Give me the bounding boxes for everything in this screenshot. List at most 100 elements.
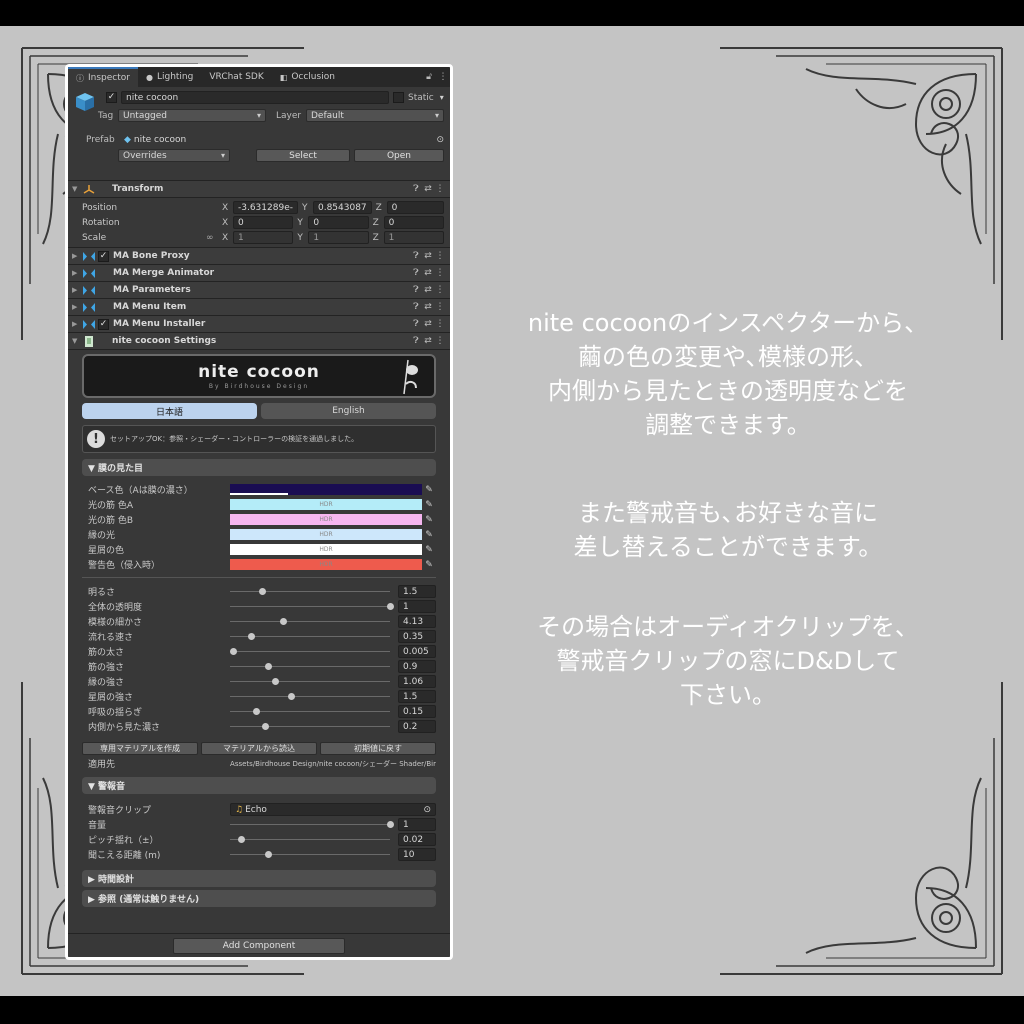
preset-icon[interactable]: ⇄ xyxy=(422,336,434,346)
help-icon[interactable]: ❓︎ xyxy=(410,285,422,295)
foldout-arrow-icon[interactable]: ▶ xyxy=(72,320,82,328)
slider-handle[interactable] xyxy=(265,663,273,670)
tab-lighting[interactable]: ● Lighting xyxy=(138,67,201,87)
foldout-arrow-icon[interactable]: ▼ xyxy=(72,185,82,193)
component-header-settings[interactable]: ▼ nite cocoon Settings ❓︎ ⇄ ⋮ xyxy=(68,333,450,350)
object-name-field[interactable]: nite cocoon xyxy=(121,91,389,104)
scale-y-field[interactable]: 1 xyxy=(308,231,369,244)
eyedropper-icon[interactable]: ✎ xyxy=(422,515,436,525)
open-button[interactable]: Open xyxy=(354,149,444,162)
help-icon[interactable]: ❓︎ xyxy=(410,302,422,312)
component-header-transform[interactable]: ▼ Transform ❓︎ ⇄ ⋮ xyxy=(68,181,450,198)
eyedropper-icon[interactable]: ✎ xyxy=(422,560,436,570)
slider-value-field[interactable]: 1 xyxy=(398,818,436,831)
kebab-menu-icon[interactable]: ⋮ xyxy=(434,319,446,329)
static-checkbox[interactable] xyxy=(393,92,404,103)
active-checkbox[interactable]: ✓ xyxy=(106,92,117,103)
slider-handle[interactable] xyxy=(262,723,270,730)
section-header-reference[interactable]: ▶ 参照 (通常は触りません) xyxy=(82,890,436,907)
prefab-field[interactable]: ◆ nite cocoon xyxy=(119,133,433,146)
color-swatch[interactable]: HDR xyxy=(230,544,422,555)
slider-handle[interactable] xyxy=(387,821,394,828)
language-button-english[interactable]: English xyxy=(261,403,436,419)
slider-value-field[interactable]: 1.06 xyxy=(398,675,436,688)
slider-track[interactable] xyxy=(230,648,390,655)
slider-handle[interactable] xyxy=(230,648,238,655)
kebab-menu-icon[interactable]: ⋮ xyxy=(434,184,446,194)
component-header-2[interactable]: ▶ MA Parameters ❓︎ ⇄ ⋮ xyxy=(68,282,450,299)
enabled-checkbox[interactable]: ✓ xyxy=(98,318,109,330)
color-swatch[interactable]: HDR xyxy=(230,559,422,570)
slider-handle[interactable] xyxy=(265,851,273,858)
link-icon[interactable]: ∞ xyxy=(206,233,222,243)
kebab-menu-icon[interactable]: ⋮ xyxy=(434,251,446,261)
rotation-z-field[interactable]: 0 xyxy=(383,216,444,229)
slider-track[interactable] xyxy=(230,588,390,595)
foldout-arrow-icon[interactable]: ▶ xyxy=(72,269,82,277)
color-swatch[interactable]: HDR xyxy=(230,499,422,510)
eyedropper-icon[interactable]: ✎ xyxy=(422,545,436,555)
slider-track[interactable] xyxy=(230,678,390,685)
slider-handle[interactable] xyxy=(259,588,266,595)
slider-track[interactable] xyxy=(230,603,394,610)
preset-icon[interactable]: ⇄ xyxy=(422,251,434,261)
slider-value-field[interactable]: 0.15 xyxy=(398,705,436,718)
select-button[interactable]: Select xyxy=(256,149,350,162)
help-icon[interactable]: ❓︎ xyxy=(410,336,422,346)
eyedropper-icon[interactable]: ✎ xyxy=(422,485,436,495)
slider-value-field[interactable]: 0.9 xyxy=(398,660,436,673)
static-dropdown-icon[interactable]: ▾ xyxy=(440,93,444,102)
slider-track[interactable] xyxy=(230,633,390,640)
add-component-button[interactable]: Add Component xyxy=(173,937,345,954)
reset-defaults-button[interactable]: 初期値に戻す xyxy=(320,742,436,755)
component-header-4[interactable]: ▶ ✓ MA Menu Installer ❓︎ ⇄ ⋮ xyxy=(68,316,450,333)
tag-dropdown[interactable]: Untagged xyxy=(118,109,266,122)
foldout-arrow-icon[interactable]: ▶ xyxy=(72,303,82,311)
slider-value-field[interactable]: 1.5 xyxy=(398,690,436,703)
slider-track[interactable] xyxy=(230,851,390,858)
foldout-arrow-icon[interactable]: ▼ xyxy=(72,337,82,345)
help-icon[interactable]: ❓︎ xyxy=(410,184,422,194)
component-header-0[interactable]: ▶ ✓ MA Bone Proxy ❓︎ ⇄ ⋮ xyxy=(68,248,450,265)
slider-value-field[interactable]: 0.35 xyxy=(398,630,436,643)
language-button-japanese[interactable]: 日本語 xyxy=(82,403,257,419)
kebab-menu-icon[interactable]: ⋮ xyxy=(434,285,446,295)
slider-value-field[interactable]: 0.005 xyxy=(398,645,436,658)
preset-icon[interactable]: ⇄ xyxy=(422,285,434,295)
foldout-arrow-icon[interactable]: ▶ xyxy=(72,286,82,294)
scale-x-field[interactable]: 1 xyxy=(233,231,294,244)
slider-handle[interactable] xyxy=(247,633,255,640)
layer-dropdown[interactable]: Default xyxy=(306,109,444,122)
position-y-field[interactable]: 0.8543087 xyxy=(312,201,372,214)
foldout-arrow-icon[interactable]: ▶ xyxy=(72,252,82,260)
component-header-1[interactable]: ▶ MA Merge Animator ❓︎ ⇄ ⋮ xyxy=(68,265,450,282)
preset-icon[interactable]: ⇄ xyxy=(422,319,434,329)
section-header-alarm[interactable]: ▼ 警報音 xyxy=(82,777,436,794)
overrides-dropdown[interactable]: Overrides xyxy=(118,149,230,162)
position-z-field[interactable]: 0 xyxy=(386,201,444,214)
help-icon[interactable]: ❓︎ xyxy=(410,268,422,278)
section-header-timing[interactable]: ▶ 時間設計 xyxy=(82,870,436,887)
rotation-x-field[interactable]: 0 xyxy=(233,216,294,229)
section-header-look[interactable]: ▼ 膜の見た目 xyxy=(82,459,436,476)
slider-track[interactable] xyxy=(230,708,390,715)
slider-handle[interactable] xyxy=(287,693,295,700)
color-swatch[interactable]: HDR xyxy=(230,514,422,525)
slider-handle[interactable] xyxy=(279,618,287,625)
load-material-button[interactable]: マテリアルから読込 xyxy=(201,742,317,755)
help-icon[interactable]: ❓︎ xyxy=(410,319,422,329)
preset-icon[interactable]: ⇄ xyxy=(422,302,434,312)
tab-occlusion[interactable]: ◧ Occlusion xyxy=(272,67,343,87)
slider-value-field[interactable]: 0.2 xyxy=(398,720,436,733)
kebab-menu-icon[interactable]: ⋮ xyxy=(434,268,446,278)
create-material-button[interactable]: 専用マテリアルを作成 xyxy=(82,742,198,755)
kebab-menu-icon[interactable]: ⋮ xyxy=(434,336,446,346)
target-icon[interactable]: ⊙ xyxy=(436,135,444,145)
enabled-checkbox[interactable]: ✓ xyxy=(98,250,109,262)
kebab-menu-icon[interactable]: ⋮ xyxy=(436,67,450,87)
slider-track[interactable] xyxy=(230,723,390,730)
eyedropper-icon[interactable]: ✎ xyxy=(422,530,436,540)
preset-icon[interactable]: ⇄ xyxy=(422,184,434,194)
target-icon[interactable]: ⊙ xyxy=(423,805,431,815)
color-swatch[interactable]: HDR xyxy=(230,529,422,540)
